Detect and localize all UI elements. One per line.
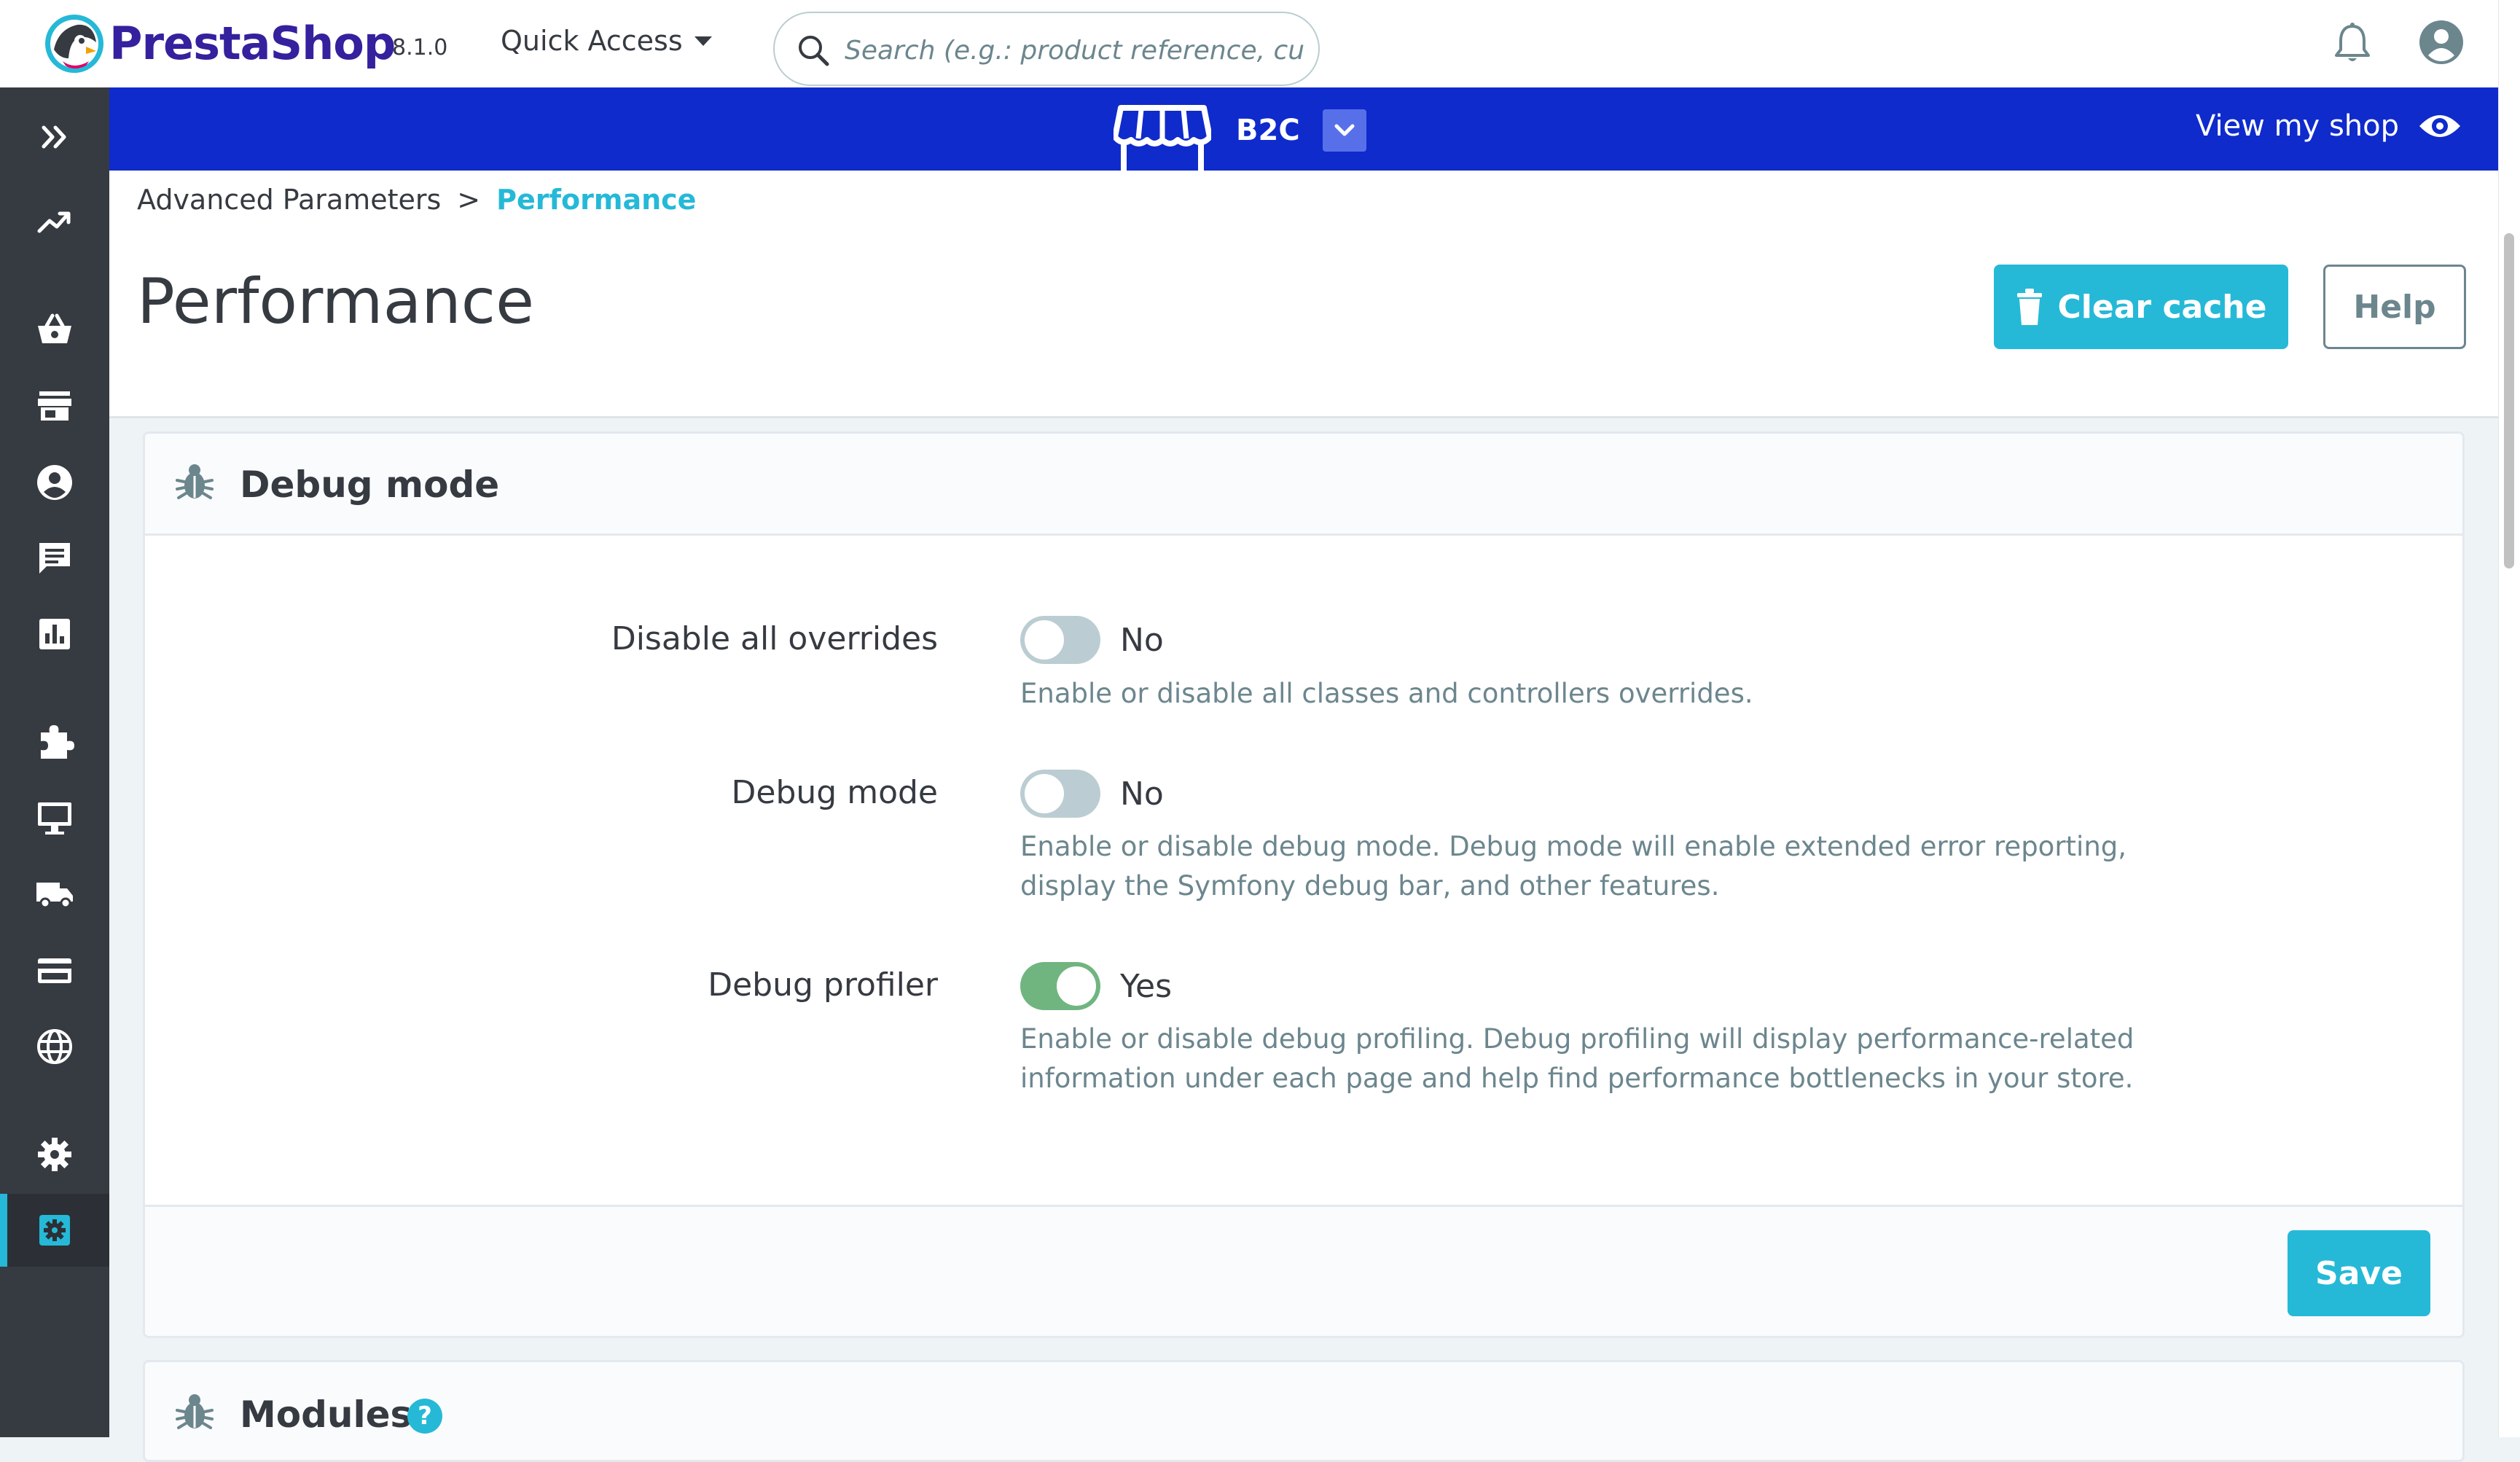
view-my-shop-label: View my shop [2195, 109, 2399, 143]
disable-overrides-switch[interactable] [1020, 616, 1100, 664]
shop-name: B2C [1236, 114, 1300, 147]
save-button[interactable]: Save [2288, 1230, 2430, 1316]
search-icon[interactable] [797, 34, 830, 67]
sidebar-item-payment[interactable] [0, 934, 109, 1007]
debug-mode-switch[interactable] [1020, 770, 1100, 818]
eye-icon [2418, 110, 2462, 142]
search-input[interactable] [845, 32, 1304, 69]
debug-mode-card-title: Debug mode [240, 464, 500, 506]
scrollbar-thumb[interactable] [2504, 233, 2514, 568]
modules-card-title: Modules [240, 1393, 412, 1436]
debug-mode-card-footer: Save [145, 1205, 2462, 1336]
caret-down-icon [694, 36, 712, 46]
debug-profiler-switch[interactable] [1020, 962, 1100, 1010]
desktop-icon [35, 798, 74, 837]
double-chevron-right-icon [35, 117, 74, 157]
help-button[interactable]: Help [2323, 265, 2466, 349]
scrollbar-track [2498, 0, 2520, 1437]
account-icon[interactable] [2418, 19, 2465, 66]
breadcrumb-current-link[interactable]: Performance [496, 184, 696, 216]
trending-up-icon [35, 202, 74, 241]
globe-icon [35, 1027, 74, 1066]
quick-access-dropdown[interactable]: Quick Access [501, 25, 712, 57]
clear-cache-button[interactable]: Clear cache [1994, 265, 2288, 349]
advanced-gear-icon [35, 1211, 74, 1250]
breadcrumb-parent-link[interactable]: Advanced Parameters [137, 184, 441, 216]
shop-switcher-button[interactable] [1323, 109, 1366, 152]
sidebar-item-expand-menu[interactable] [0, 101, 109, 173]
chevron-down-icon [1334, 123, 1355, 138]
credit-card-icon [35, 951, 74, 990]
bar-chart-icon [35, 614, 74, 654]
debug-mode-label: Debug mode [731, 774, 938, 811]
shop-context-bar: B2C View my shop [109, 87, 2498, 171]
debug-profiler-hint: Enable or disable debug profiling. Debug… [1020, 1023, 2134, 1094]
page-title: Performance [137, 265, 534, 338]
top-header: PrestaShop 8.1.0 Quick Access [0, 0, 2498, 88]
trash-icon [2016, 289, 2043, 325]
puzzle-icon [35, 722, 74, 762]
truck-icon [35, 874, 74, 913]
sidebar-nav [0, 87, 109, 1437]
bug-icon [174, 1391, 215, 1432]
breadcrumb: Advanced Parameters > Performance [137, 184, 696, 216]
user-circle-icon [35, 463, 74, 502]
disable-overrides-value: No [1120, 622, 1164, 659]
sidebar-item-design[interactable] [0, 781, 109, 854]
sidebar-item-advanced-parameters[interactable] [0, 1194, 109, 1267]
switch-knob [1025, 620, 1064, 660]
sidebar-item-shipping[interactable] [0, 857, 109, 930]
debug-profiler-value: Yes [1120, 968, 1173, 1005]
quick-access-label: Quick Access [501, 25, 683, 57]
clear-cache-label: Clear cache [2057, 288, 2267, 326]
notifications-bell-icon[interactable] [2331, 20, 2374, 66]
basket-icon [35, 310, 74, 349]
help-question-icon[interactable]: ? [407, 1399, 442, 1434]
modules-card: Modules ? [143, 1360, 2465, 1462]
sidebar-item-shop-parameters[interactable] [0, 1118, 109, 1191]
view-my-shop-link[interactable]: View my shop [2196, 109, 2462, 143]
sidebar-item-modules[interactable] [0, 705, 109, 778]
debug-mode-card: Debug mode Disable all overrides No Enab… [143, 431, 2465, 1338]
sidebar-item-international[interactable] [0, 1010, 109, 1083]
disable-overrides-hint: Enable or disable all classes and contro… [1020, 678, 1753, 709]
storefront-icon [1114, 102, 1211, 171]
sidebar-item-orders[interactable] [0, 293, 109, 366]
search-box [773, 12, 1320, 86]
switch-knob [1057, 966, 1096, 1006]
gear-icon [35, 1135, 74, 1174]
prestashop-logo-icon[interactable] [44, 13, 105, 74]
debug-mode-hint: Enable or disable debug mode. Debug mode… [1020, 831, 2127, 902]
sidebar-item-customer-service[interactable] [0, 522, 109, 595]
store-icon [35, 386, 74, 425]
disable-overrides-label: Disable all overrides [611, 620, 938, 657]
page-header: Advanced Parameters > Performance Perfor… [109, 171, 2498, 418]
sidebar-item-catalog[interactable] [0, 369, 109, 442]
switch-knob [1025, 774, 1064, 813]
debug-mode-card-header: Debug mode [145, 434, 2462, 536]
sidebar-item-stats[interactable] [0, 598, 109, 671]
sidebar-item-customers[interactable] [0, 446, 109, 519]
chat-icon [35, 539, 74, 578]
breadcrumb-separator: > [457, 184, 481, 216]
debug-profiler-label: Debug profiler [708, 966, 938, 1004]
version-label: 8.1.0 [392, 35, 448, 60]
debug-mode-value: No [1120, 775, 1164, 813]
brand-name[interactable]: PrestaShop [109, 15, 396, 73]
bug-icon [174, 461, 215, 502]
sidebar-item-dashboard[interactable] [0, 185, 109, 258]
